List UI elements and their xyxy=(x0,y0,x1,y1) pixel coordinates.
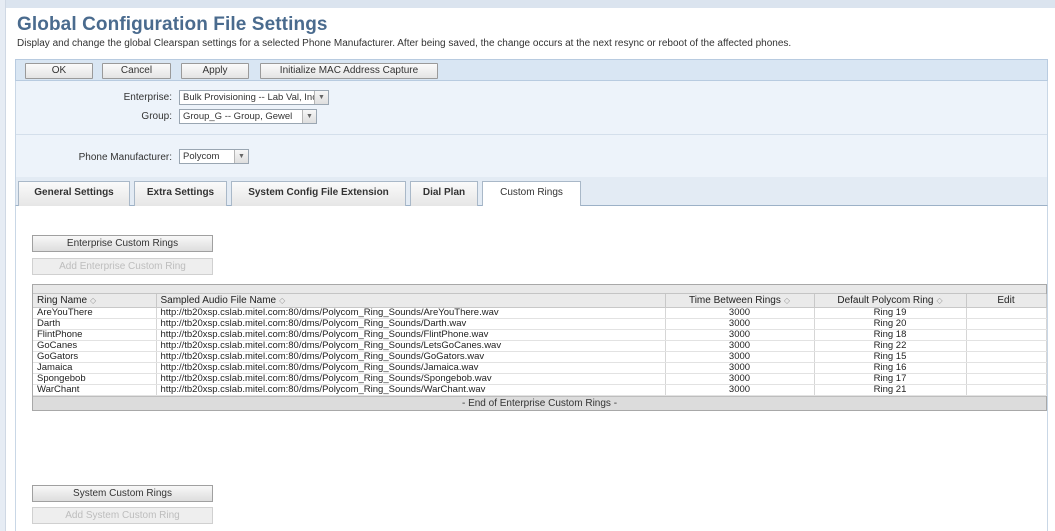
tab-general-settings[interactable]: General Settings xyxy=(18,181,130,206)
page-subtitle: Display and change the global Clearspan … xyxy=(17,38,792,49)
tab-custom-rings[interactable]: Custom Rings xyxy=(482,181,581,207)
chevron-down-icon: ▼ xyxy=(234,150,248,163)
add-enterprise-custom-ring-button[interactable]: Add Enterprise Custom Ring xyxy=(32,258,213,275)
left-border xyxy=(0,0,6,531)
audio-file-cell: http://tb20xsp.cslab.mitel.com:80/dms/Po… xyxy=(156,340,666,352)
form-separator xyxy=(16,134,1047,135)
time-between-rings-cell: 3000 xyxy=(665,318,815,330)
default-ring-cell: Ring 17 xyxy=(814,373,967,385)
edit-cell[interactable] xyxy=(966,318,1047,330)
chevron-down-icon: ▼ xyxy=(314,91,328,104)
edit-cell[interactable] xyxy=(966,340,1047,352)
table-row[interactable]: AreYouThere http://tb20xsp.cslab.mitel.c… xyxy=(33,307,1047,319)
table-row[interactable]: WarChant http://tb20xsp.cslab.mitel.com:… xyxy=(33,384,1047,396)
tab-system-config-file-extension[interactable]: System Config File Extension xyxy=(231,181,406,206)
default-ring-cell: Ring 16 xyxy=(814,362,967,374)
sort-icon[interactable]: ◇ xyxy=(937,296,943,305)
enterprise-label: Enterprise: xyxy=(123,92,172,103)
edit-cell[interactable] xyxy=(966,384,1047,396)
edit-cell[interactable] xyxy=(966,373,1047,385)
apply-button[interactable]: Apply xyxy=(181,63,249,79)
sort-icon[interactable]: ◇ xyxy=(279,296,285,305)
audio-file-cell: http://tb20xsp.cslab.mitel.com:80/dms/Po… xyxy=(156,329,666,341)
edit-cell[interactable] xyxy=(966,329,1047,341)
table-footer: - End of Enterprise Custom Rings - xyxy=(33,395,1046,410)
column-header-ring-name[interactable]: Ring Name ◇ xyxy=(33,294,157,308)
default-ring-cell: Ring 18 xyxy=(814,329,967,341)
ring-name-cell: Spongebob xyxy=(33,373,157,385)
group-label: Group: xyxy=(141,111,172,122)
sort-icon[interactable]: ◇ xyxy=(784,296,790,305)
time-between-rings-cell: 3000 xyxy=(665,307,815,319)
time-between-rings-cell: 3000 xyxy=(665,373,815,385)
phone-manufacturer-select[interactable]: Polycom ▼ xyxy=(179,149,249,164)
column-header-audio-file[interactable]: Sampled Audio File Name ◇ xyxy=(156,294,666,308)
default-ring-cell: Ring 20 xyxy=(814,318,967,330)
default-ring-cell: Ring 19 xyxy=(814,307,967,319)
table-row[interactable]: FlintPhone http://tb20xsp.cslab.mitel.co… xyxy=(33,329,1047,341)
phone-manufacturer-value: Polycom xyxy=(183,151,220,162)
initialize-mac-capture-button[interactable]: Initialize MAC Address Capture xyxy=(260,63,438,79)
cancel-button[interactable]: Cancel xyxy=(102,63,171,79)
enterprise-custom-rings-button[interactable]: Enterprise Custom Rings xyxy=(32,235,213,252)
ring-name-cell: FlintPhone xyxy=(33,329,157,341)
column-header-time-between-rings[interactable]: Time Between Rings ◇ xyxy=(665,294,815,308)
default-ring-cell: Ring 21 xyxy=(814,384,967,396)
ring-name-cell: AreYouThere xyxy=(33,307,157,319)
selection-panel: Enterprise: Bulk Provisioning -- Lab Val… xyxy=(15,81,1048,177)
ring-name-cell: Jamaica xyxy=(33,362,157,374)
audio-file-cell: http://tb20xsp.cslab.mitel.com:80/dms/Po… xyxy=(156,362,666,374)
enterprise-select[interactable]: Bulk Provisioning -- Lab Val, Inc ▼ xyxy=(179,90,329,105)
tab-dial-plan[interactable]: Dial Plan xyxy=(410,181,478,206)
group-select-value: Group_G -- Group, Gewel xyxy=(183,111,293,122)
audio-file-cell: http://tb20xsp.cslab.mitel.com:80/dms/Po… xyxy=(156,307,666,319)
top-border xyxy=(0,0,1055,8)
default-ring-cell: Ring 22 xyxy=(814,340,967,352)
time-between-rings-cell: 3000 xyxy=(665,329,815,341)
enterprise-select-value: Bulk Provisioning -- Lab Val, Inc xyxy=(183,92,317,103)
edit-cell[interactable] xyxy=(966,362,1047,374)
phone-manufacturer-label: Phone Manufacturer: xyxy=(78,152,172,163)
system-custom-rings-button[interactable]: System Custom Rings xyxy=(32,485,213,502)
table-header-row: Ring Name ◇ Sampled Audio File Name ◇ Time… xyxy=(33,294,1047,308)
ring-name-cell: GoCanes xyxy=(33,340,157,352)
edit-cell[interactable] xyxy=(966,307,1047,319)
time-between-rings-cell: 3000 xyxy=(665,362,815,374)
action-toolbar: OK Cancel Apply Initialize MAC Address C… xyxy=(15,59,1048,81)
table-row[interactable]: Jamaica http://tb20xsp.cslab.mitel.com:8… xyxy=(33,362,1047,374)
ring-name-cell: GoGators xyxy=(33,351,157,363)
page-title: Global Configuration File Settings xyxy=(17,14,328,35)
table-row[interactable]: GoGators http://tb20xsp.cslab.mitel.com:… xyxy=(33,351,1047,363)
audio-file-cell: http://tb20xsp.cslab.mitel.com:80/dms/Po… xyxy=(156,351,666,363)
chevron-down-icon: ▼ xyxy=(302,110,316,123)
ring-name-cell: WarChant xyxy=(33,384,157,396)
add-system-custom-ring-button[interactable]: Add System Custom Ring xyxy=(32,507,213,524)
table-row[interactable]: GoCanes http://tb20xsp.cslab.mitel.com:8… xyxy=(33,340,1047,352)
audio-file-cell: http://tb20xsp.cslab.mitel.com:80/dms/Po… xyxy=(156,318,666,330)
table-row[interactable]: Spongebob http://tb20xsp.cslab.mitel.com… xyxy=(33,373,1047,385)
audio-file-cell: http://tb20xsp.cslab.mitel.com:80/dms/Po… xyxy=(156,373,666,385)
group-select[interactable]: Group_G -- Group, Gewel ▼ xyxy=(179,109,317,124)
table-toolbar xyxy=(33,285,1046,294)
default-ring-cell: Ring 15 xyxy=(814,351,967,363)
tab-extra-settings[interactable]: Extra Settings xyxy=(134,181,227,206)
settings-tabs: General Settings Extra Settings System C… xyxy=(15,177,1048,207)
sort-icon[interactable]: ◇ xyxy=(90,296,96,305)
audio-file-cell: http://tb20xsp.cslab.mitel.com:80/dms/Po… xyxy=(156,384,666,396)
enterprise-custom-rings-table: Ring Name ◇ Sampled Audio File Name ◇ Time… xyxy=(32,284,1047,411)
time-between-rings-cell: 3000 xyxy=(665,340,815,352)
table-row[interactable]: Darth http://tb20xsp.cslab.mitel.com:80/… xyxy=(33,318,1047,330)
column-header-edit: Edit xyxy=(966,294,1047,308)
column-header-default-polycom-ring[interactable]: Default Polycom Ring ◇ xyxy=(814,294,967,308)
edit-cell[interactable] xyxy=(966,351,1047,363)
ok-button[interactable]: OK xyxy=(25,63,93,79)
ring-name-cell: Darth xyxy=(33,318,157,330)
time-between-rings-cell: 3000 xyxy=(665,384,815,396)
time-between-rings-cell: 3000 xyxy=(665,351,815,363)
